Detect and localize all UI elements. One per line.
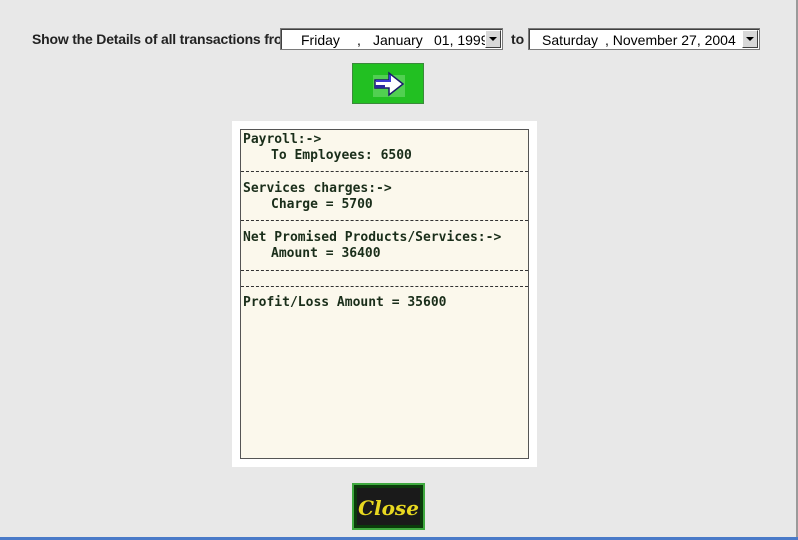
from-date-day-year[interactable]: 01, 1999 — [434, 32, 489, 48]
from-date-picker[interactable]: Friday , January 01, 1999 — [280, 28, 503, 50]
report-panel: Payroll:-> To Employees: 6500 Services c… — [232, 121, 537, 467]
report-text-area[interactable]: Payroll:-> To Employees: 6500 Services c… — [240, 129, 529, 459]
from-date-month[interactable]: January — [373, 32, 423, 48]
to-date-rest[interactable]: , November 27, 2004 — [605, 32, 736, 48]
net-promised-title: Net Promised Products/Services:-> — [243, 230, 502, 245]
from-date-dropdown-button[interactable] — [485, 30, 501, 48]
separator-line — [241, 270, 528, 271]
separator-line — [241, 220, 528, 221]
to-label: to — [511, 31, 525, 47]
arrow-right-icon — [373, 71, 405, 97]
payroll-value: To Employees: 6500 — [271, 148, 412, 163]
close-button[interactable]: Close — [352, 483, 425, 530]
show-details-button[interactable] — [352, 63, 424, 104]
to-date-weekday[interactable]: Saturday — [542, 32, 598, 48]
to-date-dropdown-button[interactable] — [742, 30, 758, 48]
transactions-range-label: Show the Details of all transactions fro… — [32, 31, 295, 47]
from-date-comma: , — [357, 32, 361, 48]
separator-line — [241, 286, 528, 287]
payroll-title: Payroll:-> — [243, 132, 322, 147]
services-title: Services charges:-> — [243, 181, 392, 196]
from-date-weekday[interactable]: Friday — [301, 32, 340, 48]
services-value: Charge = 5700 — [271, 197, 373, 212]
net-promised-value: Amount = 36400 — [271, 246, 381, 261]
separator-line — [241, 171, 528, 172]
to-date-picker[interactable]: Saturday , November 27, 2004 — [528, 28, 760, 50]
profit-loss-line: Profit/Loss Amount = 35600 — [243, 295, 447, 310]
close-button-label: Close — [358, 496, 419, 520]
